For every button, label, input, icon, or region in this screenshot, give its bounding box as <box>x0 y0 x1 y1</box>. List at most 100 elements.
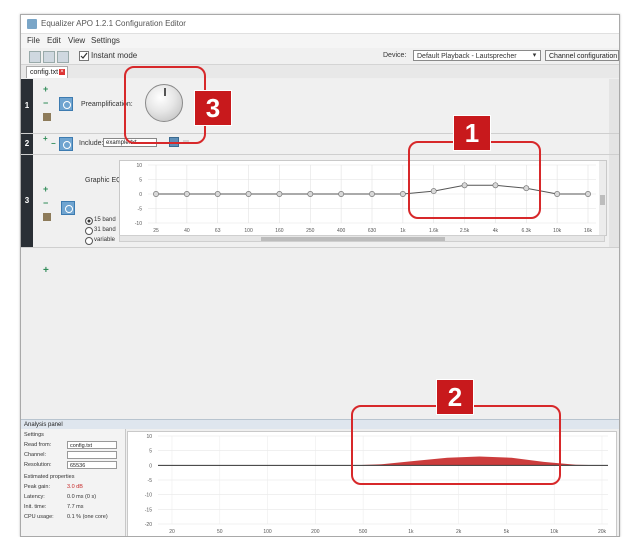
menu-view[interactable]: View <box>68 36 85 45</box>
remove-icon[interactable]: − <box>43 199 48 208</box>
init-time-label: Init. time: <box>24 504 47 510</box>
x-tick-label: 100 <box>244 228 253 234</box>
graphic-eq-scrollbar[interactable] <box>119 235 605 242</box>
band-15-radio[interactable] <box>85 217 93 225</box>
row-scroll-edge <box>609 155 619 247</box>
app-icon <box>27 19 37 29</box>
x-tick-label: 10k <box>553 228 562 234</box>
add-icon[interactable]: + <box>43 185 48 194</box>
y-tick-label: -20 <box>145 522 152 528</box>
menu-edit[interactable]: Edit <box>47 36 61 45</box>
add-icon[interactable]: + <box>43 85 48 94</box>
x-tick-label: 63 <box>215 228 221 234</box>
device-select[interactable]: Default Playback - Lautsprecher ▾ <box>413 50 541 61</box>
x-tick-label: 160 <box>275 228 284 234</box>
init-time-value: 7.7 ms <box>67 504 84 510</box>
callout-badge-1: 1 <box>453 115 491 151</box>
filter-row-preamp: 1 + − Preamplification: <box>21 79 619 134</box>
save-file-icon[interactable] <box>57 51 69 63</box>
device-select-value: Default Playback - Lautsprecher <box>417 53 517 60</box>
x-tick-label: 1k <box>400 228 406 234</box>
x-tick-label: 2k <box>456 529 462 535</box>
band-31-label: 31 band <box>94 227 116 233</box>
y-tick-label: -10 <box>135 221 142 227</box>
channel-label: Channel: <box>24 452 47 458</box>
menu-settings[interactable]: Settings <box>91 36 120 45</box>
x-tick-label: 40 <box>184 228 190 234</box>
read-from-select[interactable]: config.txt <box>67 441 117 449</box>
row-number: 1 <box>21 79 33 133</box>
callout-badge-2: 2 <box>436 379 474 415</box>
resolution-label: Resolution: <box>24 462 52 468</box>
edit-icon[interactable] <box>43 213 51 221</box>
callout-box-2 <box>351 405 561 485</box>
eq-band-handle <box>245 191 252 197</box>
x-tick-label: 630 <box>368 228 377 234</box>
filter-icon <box>61 201 75 215</box>
new-file-icon[interactable] <box>29 51 41 63</box>
vertical-scrollbar-thumb <box>600 195 605 205</box>
x-tick-label: 4k <box>493 228 499 234</box>
eq-band-handle <box>585 191 591 197</box>
eq-band-handle <box>214 191 221 197</box>
latency-label: Latency: <box>24 494 45 500</box>
band-variable-label: variable <box>94 237 116 243</box>
peak-gain-value: 3.0 dB <box>67 484 83 490</box>
tab-bar: config.txt × <box>21 65 619 78</box>
y-tick-label: -10 <box>145 493 152 499</box>
tab-config[interactable]: config.txt × <box>26 66 68 78</box>
resolution-input[interactable]: 65536 <box>67 461 117 469</box>
callout-badge-3: 3 <box>194 90 232 126</box>
x-tick-label: 1k <box>408 529 414 535</box>
band-variable-radio[interactable] <box>85 237 93 245</box>
y-tick-label: 0 <box>139 192 142 198</box>
remove-icon[interactable]: − <box>51 139 56 148</box>
eq-band-handle <box>554 191 561 197</box>
row-number: 2 <box>21 134 33 154</box>
row-scroll-edge <box>609 134 619 154</box>
peak-gain-label: Peak gain: <box>24 484 50 490</box>
filter-icon <box>59 97 73 111</box>
eq-band-handle <box>153 191 159 197</box>
band-15-label: 15 band <box>94 217 116 223</box>
callout-box-1 <box>408 141 541 219</box>
channel-select[interactable] <box>67 451 117 459</box>
remove-icon[interactable]: − <box>43 99 48 108</box>
cpu-usage-label: CPU usage: <box>24 514 54 520</box>
x-tick-label: 20 <box>169 529 175 535</box>
y-tick-label: 10 <box>136 163 142 169</box>
cpu-usage-value: 0.1 % (one core) <box>67 514 108 520</box>
row-number: 3 <box>21 155 33 247</box>
eq-band-handle <box>399 191 406 197</box>
x-tick-label: 25 <box>153 228 159 234</box>
channel-configuration-button[interactable]: Channel configuration <box>545 50 619 61</box>
y-tick-label: -5 <box>148 478 153 484</box>
x-tick-label: 400 <box>337 228 346 234</box>
x-tick-label: 6.3k <box>522 228 532 234</box>
x-tick-label: 250 <box>306 228 315 234</box>
open-file-icon[interactable] <box>43 51 55 63</box>
edit-icon[interactable] <box>43 113 51 121</box>
x-tick-label: 2.5k <box>460 228 470 234</box>
add-icon[interactable]: + <box>43 134 48 143</box>
device-label: Device: <box>383 52 407 59</box>
chevron-down-icon: ▾ <box>532 52 537 59</box>
close-icon[interactable]: × <box>59 69 65 75</box>
read-from-label: Read from: <box>24 442 52 448</box>
band-31-radio[interactable] <box>85 227 93 235</box>
x-tick-label: 5k <box>504 529 510 535</box>
x-tick-label: 10k <box>550 529 559 535</box>
x-tick-label: 16k <box>584 228 593 234</box>
menu-file[interactable]: File <box>27 36 40 45</box>
x-tick-label: 200 <box>311 529 320 535</box>
instant-mode-checkbox[interactable] <box>79 51 89 61</box>
y-tick-label: 0 <box>149 463 152 469</box>
x-tick-label: 500 <box>359 529 368 535</box>
y-tick-label: -5 <box>138 207 143 213</box>
estimated-properties-label: Estimated properties <box>24 474 75 480</box>
scrollbar-thumb[interactable] <box>261 237 445 241</box>
y-tick-label: -15 <box>145 507 152 513</box>
add-filter-icon[interactable]: + <box>43 265 49 276</box>
window-title: Equalizer APO 1.2.1 Configuration Editor <box>41 19 186 28</box>
x-tick-label: 20k <box>598 529 607 535</box>
